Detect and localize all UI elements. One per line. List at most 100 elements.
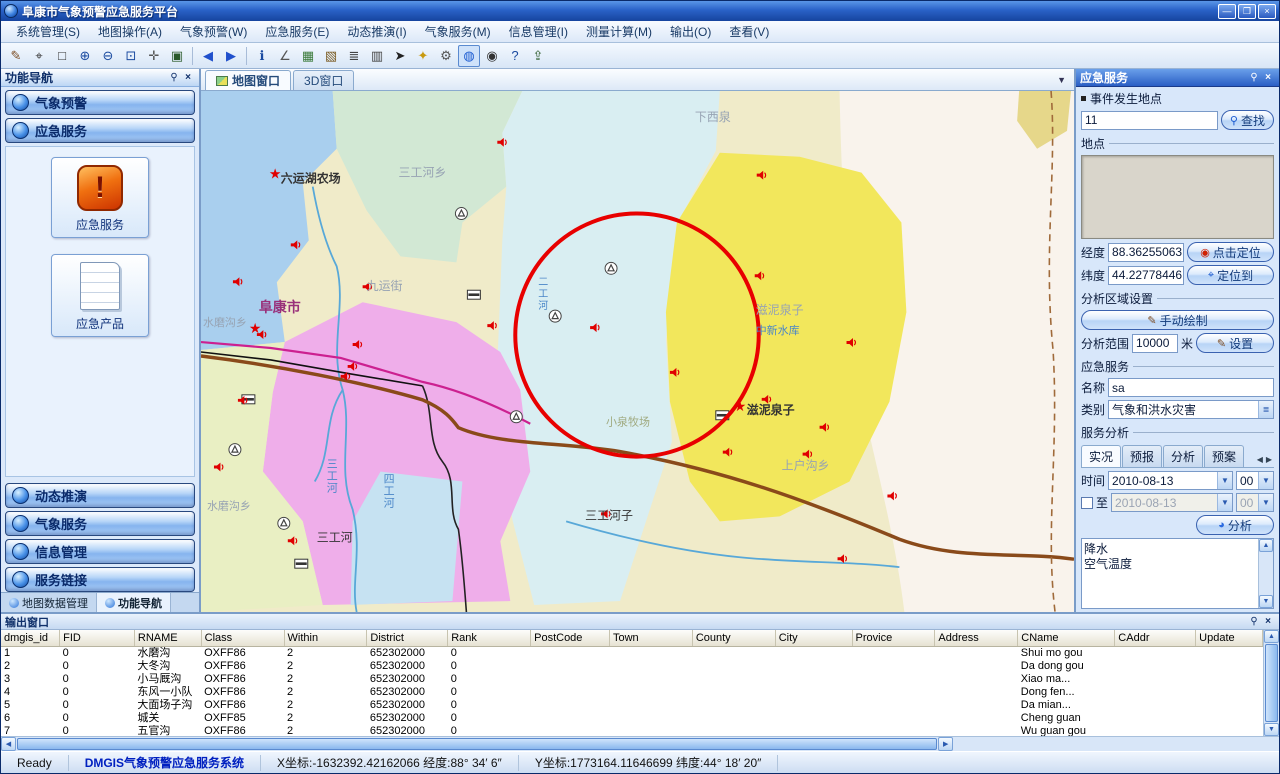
column-header[interactable]: Update — [1196, 630, 1263, 646]
zoom-window-icon[interactable]: ⊡ — [120, 45, 142, 67]
column-header[interactable]: PostCode — [531, 630, 610, 646]
close-icon[interactable]: × — [1261, 616, 1275, 627]
scroll-right-icon[interactable]: ▶ — [938, 737, 953, 751]
menu-item[interactable]: 气象服务(M) — [416, 20, 500, 43]
scroll-down-icon[interactable]: ▼ — [1259, 595, 1273, 608]
table-row[interactable]: 40东风一小队OXFF8626523020000Dong fen... — [1, 686, 1263, 699]
menu-item[interactable]: 测量计算(M) — [577, 20, 661, 43]
nav-group-气象预警[interactable]: 气象预警 — [5, 90, 195, 115]
star-marker-icon[interactable]: ★ — [249, 320, 262, 336]
site-circle-marker-icon[interactable] — [605, 262, 617, 274]
horizontal-scrollbar[interactable]: ◀ ▶ — [1, 736, 1279, 751]
scroll-right-icon[interactable]: ▶ — [1266, 455, 1272, 464]
pin-icon[interactable]: ⚲ — [1247, 72, 1261, 83]
element-listbox[interactable]: 降水空气温度 ▲ ▼ — [1081, 538, 1274, 609]
service-tab-分析[interactable]: 分析 — [1163, 445, 1203, 467]
site-circle-marker-icon[interactable] — [510, 411, 522, 423]
eye-icon[interactable]: ◉ — [481, 45, 503, 67]
help-icon[interactable]: ? — [504, 45, 526, 67]
flag-marker-icon[interactable] — [295, 559, 308, 568]
print-icon[interactable]: ▥ — [366, 45, 388, 67]
full-extent-icon[interactable]: ▣ — [166, 45, 188, 67]
scroll-left-icon[interactable]: ◀ — [1, 737, 16, 751]
site-circle-marker-icon[interactable] — [549, 310, 561, 322]
identify-icon[interactable]: ℹ — [251, 45, 273, 67]
big-button-应急服务[interactable]: !应急服务 — [51, 157, 149, 238]
event-location-input[interactable]: 11 — [1081, 111, 1218, 130]
close-icon[interactable]: × — [181, 72, 195, 83]
close-icon[interactable]: × — [1261, 72, 1275, 83]
column-header[interactable]: Provice — [852, 630, 935, 646]
table-row[interactable]: 50大面场子沟OXFF8626523020000Da mian... — [1, 699, 1263, 712]
start-date-combobox[interactable]: 2010-08-13 ▼ — [1108, 471, 1233, 490]
service-name-input[interactable]: sa — [1108, 378, 1274, 397]
zoom-out-icon[interactable]: ⊖ — [97, 45, 119, 67]
menu-item[interactable]: 应急服务(E) — [256, 20, 338, 43]
dropdown-icon[interactable]: ▼ — [1217, 494, 1232, 511]
export-map-icon[interactable]: ▦ — [297, 45, 319, 67]
zoom-in-icon[interactable]: ⊕ — [74, 45, 96, 67]
column-header[interactable]: dmgis_id — [1, 630, 60, 646]
big-button-应急产品[interactable]: 应急产品 — [51, 254, 149, 337]
goto-location-button[interactable]: ⌖ 定位到 — [1187, 265, 1274, 285]
column-header[interactable]: Address — [935, 630, 1018, 646]
menu-item[interactable]: 地图操作(A) — [89, 20, 171, 43]
column-header[interactable]: CAddr — [1115, 630, 1196, 646]
scroll-left-icon[interactable]: ◀ — [1257, 455, 1263, 464]
column-header[interactable]: County — [692, 630, 775, 646]
pointer-icon[interactable]: ➤ — [389, 45, 411, 67]
list-item[interactable]: 降水 — [1084, 540, 1256, 555]
column-header[interactable]: CName — [1018, 630, 1115, 646]
click-locate-button[interactable]: ◉ 点击定位 — [1187, 242, 1274, 262]
service-tab-预报[interactable]: 预报 — [1122, 445, 1162, 467]
map-tab-地图窗口[interactable]: 地图窗口 — [205, 70, 291, 90]
column-header[interactable]: Class — [201, 630, 284, 646]
to-checkbox[interactable] — [1081, 497, 1093, 509]
listbox-scrollbar[interactable]: ▲ ▼ — [1258, 539, 1273, 608]
manual-draw-button[interactable]: ✎ 手动绘制 — [1081, 310, 1274, 330]
nav-tab-功能导航[interactable]: 功能导航 — [97, 593, 171, 612]
vertical-scrollbar[interactable]: ▲ ▼ — [1263, 630, 1279, 736]
pencil-icon[interactable]: ✎ — [5, 45, 27, 67]
column-header[interactable]: City — [775, 630, 852, 646]
list-item[interactable]: 空气温度 — [1084, 555, 1256, 570]
site-circle-marker-icon[interactable] — [278, 517, 290, 529]
column-header[interactable]: District — [367, 630, 448, 646]
nav-tab-地图数据管理[interactable]: 地图数据管理 — [1, 593, 97, 612]
column-header[interactable]: FID — [60, 630, 135, 646]
dropdown-icon[interactable]: ≣ — [1258, 401, 1273, 418]
menu-item[interactable]: 动态推演(I) — [338, 20, 415, 43]
menu-item[interactable]: 查看(V) — [720, 20, 778, 43]
nav-group-服务链接[interactable]: 服务链接 — [5, 567, 195, 592]
measure-icon[interactable]: ∠ — [274, 45, 296, 67]
nav-group-动态推演[interactable]: 动态推演 — [5, 483, 195, 508]
minimize-button[interactable]: — — [1218, 4, 1236, 19]
table-row[interactable]: 20大冬沟OXFF8626523020000Da dong gou — [1, 660, 1263, 673]
forward-arrow-icon[interactable]: ▶ — [220, 45, 242, 67]
service-type-combobox[interactable]: 气象和洪水灾害 ≣ — [1108, 400, 1274, 419]
export-icon[interactable]: ⇪ — [527, 45, 549, 67]
end-hour-combobox[interactable]: 00 ▼ — [1236, 493, 1274, 512]
scrollbar-thumb[interactable] — [17, 738, 937, 750]
service-tab-预案[interactable]: 预案 — [1204, 445, 1244, 467]
close-button[interactable]: × — [1258, 4, 1276, 19]
pin-icon[interactable]: ⚲ — [1247, 616, 1261, 627]
menu-item[interactable]: 气象预警(W) — [171, 20, 256, 43]
search-button[interactable]: ⚲ 查找 — [1221, 110, 1274, 130]
menu-item[interactable]: 信息管理(I) — [500, 20, 577, 43]
nav-group-应急服务[interactable]: 应急服务 — [5, 118, 195, 143]
select-crosshair-icon[interactable]: ⌖ — [28, 45, 50, 67]
lightbulb-icon[interactable]: ✦ — [412, 45, 434, 67]
menu-item[interactable]: 输出(O) — [661, 20, 720, 43]
dropdown-icon[interactable]: ▼ — [1217, 472, 1232, 489]
star-marker-icon[interactable]: ★ — [269, 166, 282, 182]
pan-hand-icon[interactable]: ✛ — [143, 45, 165, 67]
column-header[interactable]: Town — [609, 630, 692, 646]
nav-group-信息管理[interactable]: 信息管理 — [5, 539, 195, 564]
table-row[interactable]: 30小马厩沟OXFF8626523020000Xiao ma... — [1, 673, 1263, 686]
service-tab-实况[interactable]: 实况 — [1081, 445, 1121, 467]
site-circle-marker-icon[interactable] — [455, 208, 467, 220]
dropdown-icon[interactable]: ▼ — [1258, 494, 1273, 511]
table-row[interactable]: 10水磨沟OXFF8626523020000Shui mo gou — [1, 646, 1263, 660]
layers-icon[interactable]: ≣ — [343, 45, 365, 67]
